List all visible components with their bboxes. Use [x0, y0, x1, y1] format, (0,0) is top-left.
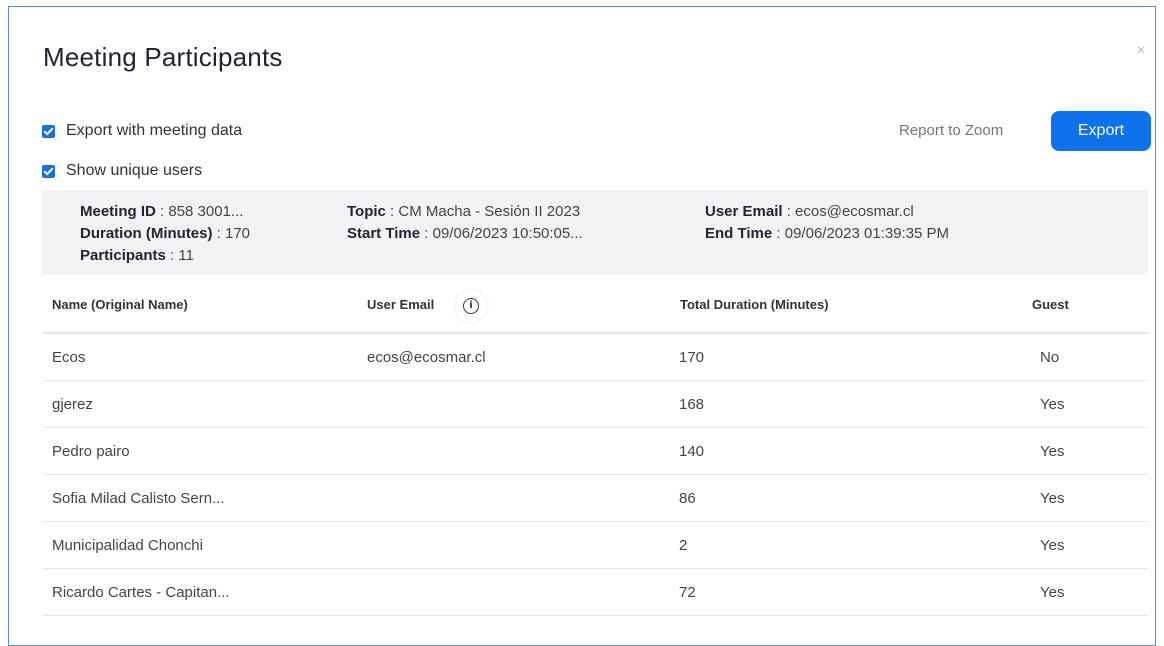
table-row: gjerez 168 Yes	[42, 381, 1148, 428]
participant-duration: 2	[679, 537, 688, 554]
end-time-value: : 09/06/2023 01:39:35 PM	[772, 225, 950, 242]
export-with-meeting-data-option[interactable]: Export with meeting data	[42, 122, 242, 140]
column-header-user-email[interactable]: User Email	[367, 297, 434, 312]
close-icon[interactable]: ×	[1134, 43, 1148, 59]
meeting-info-panel: Meeting ID : 858 3001... Duration (Minut…	[42, 190, 1148, 275]
table-row: Municipalidad Chonchi 2 Yes	[42, 522, 1148, 569]
start-time-label: Start Time	[347, 225, 421, 242]
participant-guest: Yes	[1040, 490, 1065, 507]
show-unique-users-checkbox[interactable]	[42, 164, 55, 178]
participant-guest: Yes	[1040, 443, 1065, 460]
start-time-value: : 09/06/2023 10:50:05...	[420, 225, 583, 242]
participant-duration: 168	[679, 396, 705, 413]
duration-value: : 170	[212, 225, 251, 242]
participant-duration: 140	[679, 443, 705, 460]
topic-label: Topic	[347, 203, 386, 220]
table-row: Pedro pairo 140 Yes	[42, 428, 1148, 475]
meeting-info-column-3: User Email : ecos@ecosmar.cl End Time : …	[705, 201, 949, 245]
export-with-meeting-data-checkbox[interactable]	[42, 124, 55, 138]
participant-name: Ecos	[52, 349, 86, 366]
show-unique-users-label: Show unique users	[66, 162, 203, 179]
participant-duration: 170	[679, 349, 705, 366]
duration-label: Duration (Minutes)	[80, 225, 213, 242]
column-header-guest[interactable]: Guest	[1032, 297, 1069, 312]
participant-duration: 72	[679, 584, 696, 601]
participant-name: Municipalidad Chonchi	[52, 537, 203, 554]
export-button[interactable]: Export	[1051, 111, 1151, 151]
info-icon[interactable]: i	[455, 290, 487, 322]
column-header-name[interactable]: Name (Original Name)	[52, 297, 188, 312]
participants-table-body: Ecos ecos@ecosmar.cl 170 No gjerez 168 Y…	[42, 334, 1148, 616]
table-row: Ricardo Cartes - Capitan... 72 Yes	[42, 569, 1148, 616]
participants-value: : 11	[165, 247, 194, 264]
participant-name: Sofia Milad Calisto Sern...	[52, 490, 225, 507]
topic-value: : CM Macha - Sesión II 2023	[385, 203, 581, 220]
participants-table-header: Name (Original Name) User Email i Total …	[42, 282, 1148, 334]
dialog-title: Meeting Participants	[43, 42, 283, 72]
report-to-zoom-link[interactable]: Report to Zoom	[899, 122, 1003, 139]
end-time-label: End Time	[705, 225, 773, 242]
participant-email: ecos@ecosmar.cl	[367, 349, 486, 366]
meeting-info-column-2: Topic : CM Macha - Sesión II 2023 Start …	[347, 201, 583, 245]
user-email-label: User Email	[705, 203, 783, 220]
participant-duration: 86	[679, 490, 696, 507]
user-email-value: : ecos@ecosmar.cl	[782, 203, 914, 220]
participants-label: Participants	[80, 247, 166, 264]
meeting-id-label: Meeting ID	[80, 203, 156, 220]
info-icon-glyph: i	[463, 298, 479, 314]
participant-name: Pedro pairo	[52, 443, 130, 460]
participant-guest: Yes	[1040, 537, 1065, 554]
table-row: Sofia Milad Calisto Sern... 86 Yes	[42, 475, 1148, 522]
show-unique-users-option[interactable]: Show unique users	[42, 162, 202, 180]
meeting-info-column-1: Meeting ID : 858 3001... Duration (Minut…	[80, 201, 250, 267]
participant-name: gjerez	[52, 396, 93, 413]
participant-guest: Yes	[1040, 396, 1065, 413]
participant-guest: Yes	[1040, 584, 1065, 601]
table-row: Ecos ecos@ecosmar.cl 170 No	[42, 334, 1148, 381]
meeting-id-value: : 858 3001...	[155, 203, 244, 220]
column-header-total-duration[interactable]: Total Duration (Minutes)	[680, 297, 829, 312]
participant-name: Ricardo Cartes - Capitan...	[52, 584, 230, 601]
export-with-meeting-data-label: Export with meeting data	[66, 122, 243, 139]
participant-guest: No	[1040, 349, 1060, 366]
